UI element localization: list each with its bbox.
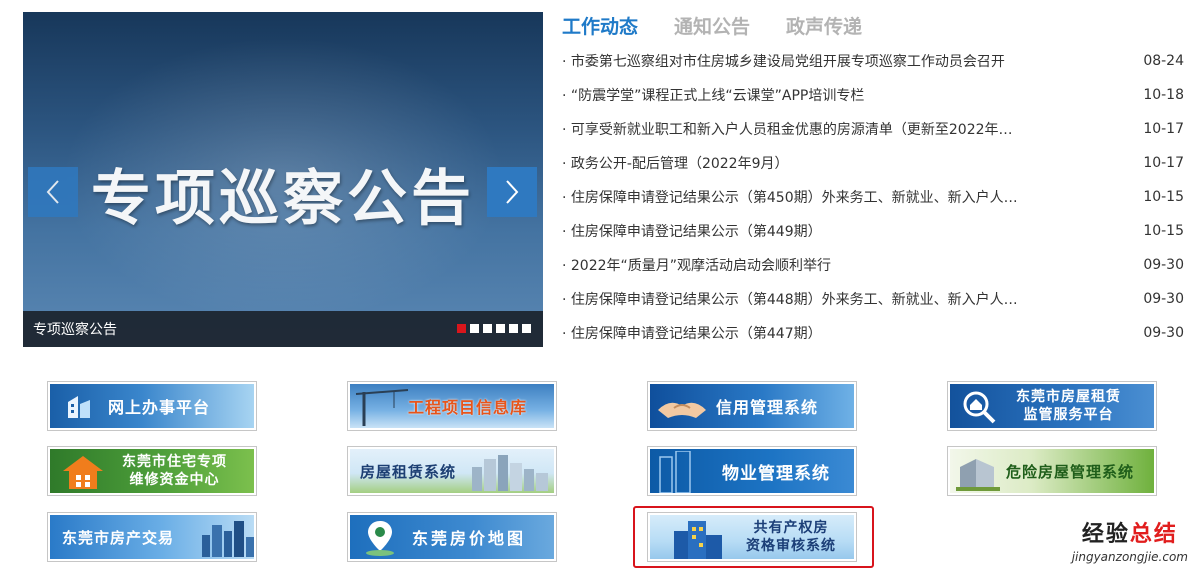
slide-heading: 专项巡察公告 (91, 164, 475, 234)
list-item: · 住房保障申请登记结果公示（第448期）外来务工、新就业、新入户人… 09-3… (562, 282, 1184, 316)
list-item: · 住房保障申请登记结果公示（第449期） 10-15 (562, 214, 1184, 248)
tab-notices[interactable]: 通知公告 (674, 12, 750, 43)
news-title-link[interactable]: · 住房保障申请登记结果公示（第447期） (562, 323, 1042, 343)
project-db-label: 工程项目信息库 (408, 398, 528, 417)
rental-supervision-line2: 监管服务平台 (1023, 407, 1114, 423)
list-item: · 政务公开-配后管理（2022年9月） 10-17 (562, 146, 1184, 180)
carousel-dot-5[interactable] (509, 324, 518, 333)
office-tower-icon (659, 451, 691, 493)
list-item: · 住房保障申请登记结果公示（第447期） 09-30 (562, 316, 1184, 350)
watermark: 经验总结 jingyanzongjie.com (1072, 516, 1188, 564)
carousel-prev-button[interactable] (28, 167, 78, 217)
real-estate-button[interactable]: 东莞市房产交易 (47, 512, 257, 562)
news-title-link[interactable]: · 住房保障申请登记结果公示（第449期） (562, 221, 1042, 241)
tab-work-news[interactable]: 工作动态 (562, 12, 638, 43)
chevron-right-icon (506, 180, 519, 204)
price-map-label: 东莞房价地图 (412, 529, 527, 548)
list-item: · “防震学堂”课程正式上线“云课堂”APP培训专栏 10-18 (562, 78, 1184, 112)
handshake-icon (658, 402, 706, 418)
price-map-button[interactable]: 东莞房价地图 (347, 512, 557, 562)
news-date: 10-17 (1143, 155, 1184, 171)
carousel-next-button[interactable] (487, 167, 537, 217)
dangerous-housing-button[interactable]: 危险房屋管理系统 (947, 446, 1157, 496)
news-title-link[interactable]: · “防震学堂”课程正式上线“云课堂”APP培训专栏 (562, 85, 1042, 105)
skyline-icon (202, 521, 254, 557)
real-estate-label: 东莞市房产交易 (62, 528, 175, 547)
carousel-caption-bar: 专项巡察公告 (23, 311, 543, 347)
news-title-link[interactable]: · 住房保障申请登记结果公示（第448期）外来务工、新就业、新入户人… (562, 289, 1042, 309)
online-service-button[interactable]: 网上办事平台 (47, 381, 257, 431)
rental-system-label: 房屋租赁系统 (360, 462, 457, 481)
carousel-dot-3[interactable] (483, 324, 492, 333)
project-db-button[interactable]: 工程项目信息库 (347, 381, 557, 431)
watermark-title: 经验总结 (1072, 516, 1188, 548)
news-title-link[interactable]: · 2022年“质量月”观摩活动启动会顺利举行 (562, 255, 1042, 275)
rental-system-button[interactable]: 房屋租赁系统 (347, 446, 557, 496)
credit-system-label: 信用管理系统 (716, 398, 819, 417)
carousel-dot-4[interactable] (496, 324, 505, 333)
news-title-link[interactable]: · 住房保障申请登记结果公示（第450期）外来务工、新就业、新入户人… (562, 187, 1042, 207)
building-icon (68, 396, 90, 418)
news-list: · 市委第七巡察组对市住房城乡建设局党组开展专项巡察工作动员会召开 08-24 … (562, 44, 1184, 350)
search-house-icon (963, 391, 996, 424)
property-mgmt-label: 物业管理系统 (722, 463, 830, 484)
news-tabs: 工作动态 通知公告 政声传递 (562, 12, 862, 43)
city-buildings-icon (472, 455, 548, 491)
list-item: · 可享受新就业职工和新入户人员租金优惠的房源清单（更新至2022年… 10-1… (562, 112, 1184, 146)
news-title-link[interactable]: · 可享受新就业职工和新入户人员租金优惠的房源清单（更新至2022年… (562, 119, 1042, 139)
news-date: 09-30 (1143, 257, 1184, 273)
news-date: 10-17 (1143, 121, 1184, 137)
list-item: · 住房保障申请登记结果公示（第450期）外来务工、新就业、新入户人… 10-1… (562, 180, 1184, 214)
rental-supervision-button[interactable]: 东莞市房屋租赁 监管服务平台 (947, 381, 1157, 431)
news-date: 10-15 (1143, 189, 1184, 205)
watermark-text-b: 总结 (1129, 522, 1178, 547)
carousel-caption[interactable]: 专项巡察公告 (33, 319, 117, 339)
carousel-dot-2[interactable] (470, 324, 479, 333)
maintenance-fund-line1: 东莞市住宅专项 (122, 454, 227, 470)
credit-system-button[interactable]: 信用管理系统 (647, 381, 857, 431)
watermark-url: jingyanzongjie.com (1071, 550, 1188, 564)
carousel-dots (457, 324, 531, 333)
news-date: 09-30 (1143, 325, 1184, 341)
list-item: · 2022年“质量月”观摩活动启动会顺利举行 09-30 (562, 248, 1184, 282)
news-date: 09-30 (1143, 291, 1184, 307)
carousel-dot-1[interactable] (457, 324, 466, 333)
news-title-link[interactable]: · 市委第七巡察组对市住房城乡建设局党组开展专项巡察工作动员会召开 (562, 51, 1042, 71)
tab-policy[interactable]: 政声传递 (786, 12, 862, 43)
carousel[interactable]: 专项巡察公告 专项巡察公告 (23, 12, 543, 347)
house-icon (63, 456, 103, 489)
online-service-label: 网上办事平台 (108, 398, 211, 417)
news-date: 10-18 (1143, 87, 1184, 103)
map-pin-icon (366, 521, 394, 556)
highlight-box (633, 506, 874, 568)
chevron-left-icon (46, 180, 59, 204)
rental-supervision-label: 东莞市房屋租赁 监管服务平台 (1016, 388, 1121, 424)
old-building-icon (956, 459, 1000, 491)
carousel-dot-6[interactable] (522, 324, 531, 333)
maintenance-fund-label: 东莞市住宅专项 维修资金中心 (122, 453, 227, 489)
rental-supervision-line1: 东莞市房屋租赁 (1016, 389, 1121, 405)
list-item: · 市委第七巡察组对市住房城乡建设局党组开展专项巡察工作动员会召开 08-24 (562, 44, 1184, 78)
dangerous-housing-label: 危险房屋管理系统 (1006, 462, 1135, 481)
news-title-link[interactable]: · 政务公开-配后管理（2022年9月） (562, 153, 1042, 173)
property-mgmt-button[interactable]: 物业管理系统 (647, 446, 857, 496)
maintenance-fund-button[interactable]: 东莞市住宅专项 维修资金中心 (47, 446, 257, 496)
watermark-text-a: 经验 (1081, 522, 1130, 547)
news-date: 08-24 (1143, 53, 1184, 69)
maintenance-fund-line2: 维修资金中心 (129, 472, 220, 488)
crane-icon (355, 389, 409, 426)
news-date: 10-15 (1143, 223, 1184, 239)
